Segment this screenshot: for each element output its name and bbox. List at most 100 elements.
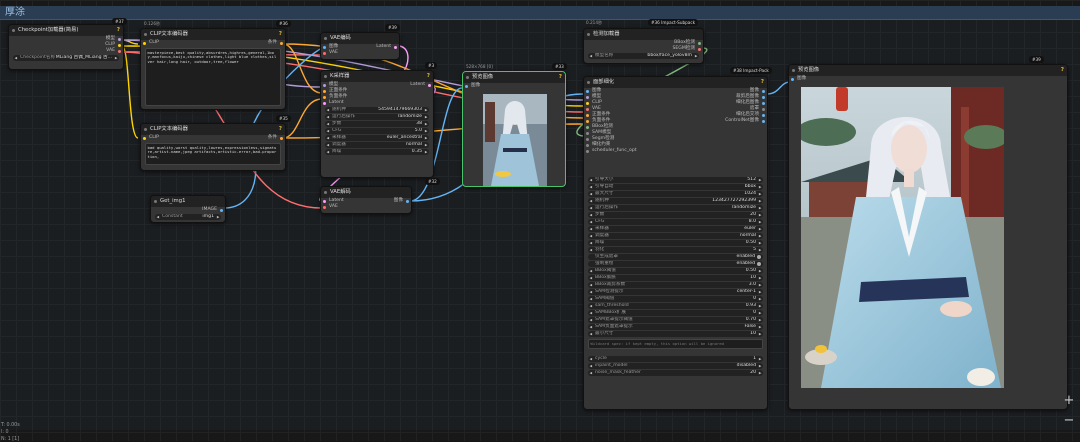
- zoom-out-button[interactable]: −: [1062, 414, 1076, 428]
- denoise-widget[interactable]: 降噪0.35: [325, 149, 429, 155]
- io-section: 图像 模型 CLIP VAE 正面条件 负面条件 BBox检测 SAM模型 Segm检测 细化约束…: [584, 88, 767, 176]
- node-id-badge: #39: [1029, 56, 1044, 63]
- vae-decode-node[interactable]: #32 VAE解码 Latent 图像 VAE: [320, 178, 440, 214]
- input-latent[interactable]: Latent: [321, 100, 433, 106]
- node-id-badge: #35: [276, 115, 291, 122]
- output-port[interactable]: ControlNet图像: [677, 118, 767, 124]
- toggle-knob[interactable]: [757, 255, 761, 259]
- toggles-section: 仅生成遮罩 enabled 强制重绘 enabled: [584, 254, 767, 267]
- wildcard-textarea[interactable]: Wildcard spec: if kept empty, this optio…: [588, 339, 763, 349]
- node-title: K采样器?: [321, 71, 433, 82]
- seed-widget[interactable]: 随机种545941479669303: [325, 107, 429, 113]
- node-id-badge: #33: [552, 63, 567, 70]
- input-vae[interactable]: VAE: [321, 50, 399, 56]
- node-id-badge: #32: [425, 178, 440, 185]
- param-widget[interactable]: SAM阈值0: [588, 296, 763, 302]
- toggle-widget[interactable]: 仅生成遮罩 enabled: [588, 254, 763, 260]
- param-widget[interactable]: CFG8.0: [588, 219, 763, 225]
- output-preview-image: [801, 87, 1004, 388]
- node-id-badge: #36: [276, 20, 291, 27]
- widgets-section-1: 引导大小512引导自动bbox最大尺寸1024随机种12342772729239…: [584, 177, 767, 253]
- ksampler-node[interactable]: #3 K采样器? 模型Latent 正面条件 负面条件 Latent 随机种54…: [320, 62, 438, 178]
- preview-image: [483, 94, 547, 186]
- node-id-badge: #39: [385, 24, 400, 31]
- negative-prompt-textarea[interactable]: bad quality,worst quality,lowres,express…: [145, 143, 281, 165]
- param-widget[interactable]: BBox膨胀10: [588, 275, 763, 281]
- param-widget[interactable]: SAM检测提示center-1: [588, 289, 763, 295]
- input-port[interactable]: scheduler_func_opt: [584, 148, 674, 154]
- sampler-widget[interactable]: 采样器euler_ancestral: [325, 135, 429, 141]
- node-title: CLIP文本编码器?: [141, 124, 285, 135]
- input-clip[interactable]: CLIP 条件: [141, 135, 285, 141]
- stats-line: l: 0: [1, 430, 9, 435]
- node-title: CLIP文本编码器?: [141, 29, 285, 40]
- param-widget[interactable]: 随机种123427727292399: [588, 198, 763, 204]
- toggle-widget[interactable]: 强制重绘 enabled: [588, 261, 763, 267]
- constant-widget[interactable]: Constantimg1: [155, 214, 221, 220]
- node-title: 检测加载器: [584, 29, 703, 40]
- cfg-widget[interactable]: CFG5.0: [325, 128, 429, 134]
- input-image[interactable]: 图像: [789, 76, 1067, 82]
- model-name-widget[interactable]: 模型名称bbox/face_yolov8m: [588, 53, 699, 59]
- param-widget[interactable]: 最小尺寸10: [588, 331, 763, 337]
- node-title: VAE解码: [321, 187, 411, 198]
- face-detailer-node[interactable]: #38 Impact-Pack 面部细化? 图像 模型 CLIP VAE 正面条件 负面条…: [583, 67, 772, 410]
- input-vae[interactable]: VAE: [321, 204, 411, 210]
- param-widget[interactable]: BBox阈值0.50: [588, 268, 763, 274]
- param-widget[interactable]: inpaint_modeldisabled: [588, 363, 763, 369]
- param-widget[interactable]: 采样器euler: [588, 226, 763, 232]
- param-widget[interactable]: 运行后操作randomize: [588, 205, 763, 211]
- zoom-in-button[interactable]: +: [1062, 394, 1076, 408]
- widgets-section-3: cycle1inpaint_modeldisablednoise_mask_fe…: [584, 356, 767, 376]
- param-widget[interactable]: 最大尺寸1024: [588, 191, 763, 197]
- control-after-generate-widget[interactable]: 运行后操作randomize: [325, 114, 429, 120]
- preview-image-node-1[interactable]: 528×768 [0] #33 预览图像? 图像: [462, 63, 567, 187]
- clip-text-encode-negative-node[interactable]: #35 CLIP文本编码器? CLIP 条件 bad quality,worst …: [140, 115, 291, 171]
- get-img-node[interactable]: Get_img1 IMAGE Constantimg1: [150, 195, 226, 223]
- stats-time: T: 0.00s: [1, 423, 20, 428]
- param-widget[interactable]: sam_threshold0.93: [588, 303, 763, 309]
- param-widget[interactable]: SAM负面遮罩提示False: [588, 324, 763, 330]
- widgets-section-2: BBox阈值0.50BBox膨胀10BBox裁剪系数3.0SAM检测提示cent…: [584, 268, 767, 337]
- checkpoint-name-widget[interactable]: Checkpoint名称MLiang 古偶_MLiang 古...: [13, 55, 119, 61]
- node-title: Checkpoint加载器(简易)?: [9, 25, 123, 36]
- param-widget[interactable]: 降噪0.50: [588, 240, 763, 246]
- param-widget[interactable]: 步数20: [588, 212, 763, 218]
- node-id-badge: #38 Impact-Pack: [730, 67, 772, 74]
- checkpoint-loader-node[interactable]: #37 Checkpoint加载器(简易)? 模型 CLIP VAE Check…: [8, 18, 127, 70]
- outputs-column: 图像 裁剪后图像 细化后图像 遮罩 细化后交项 ControlNet图像: [677, 88, 767, 124]
- prompt-textarea[interactable]: masterpiece,best quality,absurdres,highr…: [145, 48, 281, 106]
- node-title: Get_img1: [151, 196, 225, 207]
- param-widget[interactable]: noise_mask_feather20: [588, 370, 763, 376]
- character-illustration-large: [801, 87, 1004, 388]
- param-widget[interactable]: cycle1: [588, 356, 763, 362]
- param-widget[interactable]: 引导自动bbox: [588, 184, 763, 190]
- clip-text-encode-positive-node[interactable]: 0.126秒 #36 CLIP文本编码器? CLIP 条件 masterpiece…: [140, 20, 291, 110]
- character-illustration: [483, 94, 547, 186]
- input-clip[interactable]: CLIP 条件: [141, 40, 285, 46]
- toggle-knob[interactable]: [757, 262, 761, 266]
- inputs-column: 图像 模型 CLIP VAE 正面条件 负面条件 BBox检测 SAM模型 Segm检测 细化约束…: [584, 88, 674, 154]
- output-segm-detector[interactable]: SEGM检测: [584, 46, 703, 52]
- param-widget[interactable]: SAMBBox扩展0: [588, 310, 763, 316]
- input-image[interactable]: 图像: [463, 83, 565, 89]
- output-image[interactable]: IMAGE: [151, 207, 225, 213]
- node-id-badge: #3: [425, 62, 438, 69]
- param-widget[interactable]: 引导大小512: [588, 177, 763, 183]
- param-widget[interactable]: BBox裁剪系数3.0: [588, 282, 763, 288]
- param-widget[interactable]: SAM遮罩提示阈值0.70: [588, 317, 763, 323]
- scheduler-widget[interactable]: 调度器normal: [325, 142, 429, 148]
- vae-encode-node[interactable]: #39 VAE编码 图像 Latent VAE: [320, 24, 400, 60]
- node-id-badge: #37: [112, 18, 127, 25]
- detector-loader-node[interactable]: 0.214秒 #36 Impact-Subpack 检测加载器 BBox检测 S…: [583, 19, 704, 64]
- output-vae[interactable]: VAE: [9, 48, 123, 54]
- stats-nodes: N: 1 [1]: [1, 437, 20, 442]
- node-id-badge: #36 Impact-Subpack: [648, 19, 699, 26]
- node-title: 面部细化?: [584, 77, 767, 88]
- steps-widget[interactable]: 步数38: [325, 121, 429, 127]
- node-title: VAE编码: [321, 33, 399, 44]
- param-widget[interactable]: 羽化5: [588, 247, 763, 253]
- preview-image-node-2[interactable]: #39 预览图像? 图像: [788, 56, 1068, 410]
- node-title: 预览图像?: [463, 72, 565, 83]
- param-widget[interactable]: 调度器normal: [588, 233, 763, 239]
